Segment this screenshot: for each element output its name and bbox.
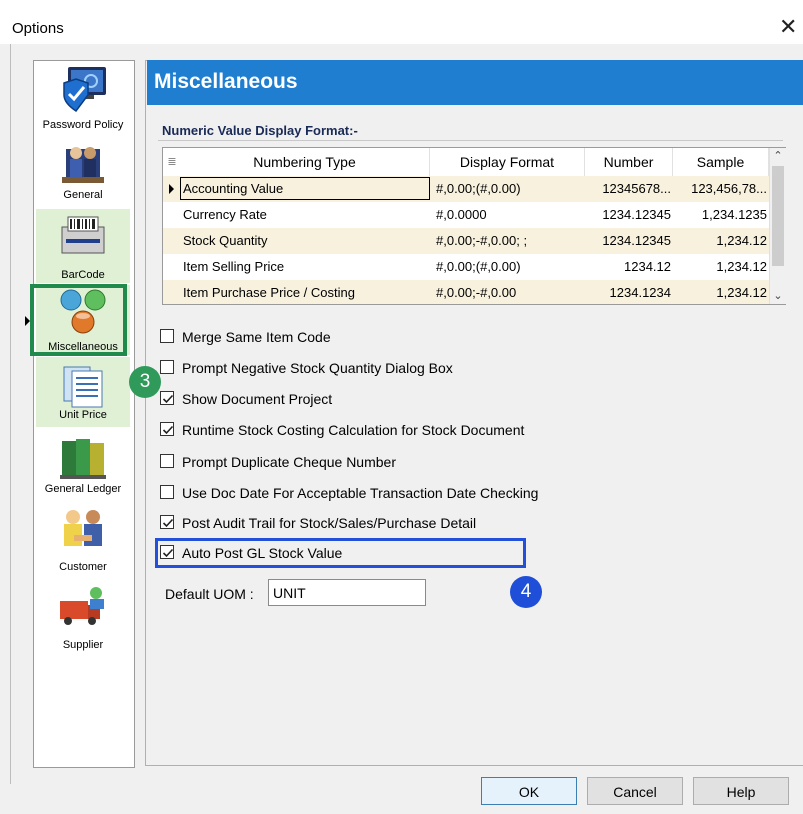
sidebar-item-label: BarCode: [61, 269, 105, 281]
checkbox[interactable]: [160, 329, 174, 343]
table-row[interactable]: Stock Quantity #,0.00;-#,0.00; ; 1234.12…: [163, 228, 769, 254]
window-title: Options: [12, 20, 64, 37]
table-cell: 123,456,78...: [691, 181, 767, 196]
checkbox-label: Use Doc Date For Acceptable Transaction …: [182, 485, 539, 501]
table-cell: #,0.00;(#,0.00): [436, 181, 521, 196]
table-row[interactable]: Currency Rate #,0.0000 1234.12345 1,234.…: [163, 202, 769, 228]
checkbox[interactable]: [160, 485, 174, 499]
table-row[interactable]: Item Selling Price #,0.00;(#,0.00) 1234.…: [163, 254, 769, 280]
monitor-shield-icon: [63, 67, 106, 113]
current-row-marker: [169, 184, 174, 194]
step-badge-4: 4: [510, 576, 542, 608]
supplier-truck-icon: [60, 587, 104, 625]
scroll-up-icon[interactable]: ⌃: [770, 148, 786, 164]
checkbox-label: Prompt Duplicate Cheque Number: [182, 454, 396, 470]
table-cell: 1,234.1235: [701, 207, 767, 222]
table-cell: 1234.12: [624, 259, 671, 274]
sidebar-item-label: Password Policy: [42, 119, 124, 131]
scroll-thumb[interactable]: [772, 166, 784, 266]
table-cell: #,0.00;-#,0.00; ;: [436, 233, 528, 248]
table-cell: 12345678...: [602, 181, 671, 196]
check-mark-icon: [162, 394, 174, 404]
group-divider: [158, 140, 783, 141]
sidebar-item-label: General Ledger: [44, 483, 122, 495]
panel-title: Miscellaneous: [154, 70, 298, 93]
column-header-numbering-type[interactable]: Numbering Type: [180, 148, 430, 176]
table-row[interactable]: Item Purchase Price / Costing #,0.00;-#,…: [163, 280, 769, 304]
checkbox-label: Post Audit Trail for Stock/Sales/Purchas…: [182, 515, 477, 531]
ok-button[interactable]: OK: [481, 777, 577, 805]
table-cell: #,0.00;-#,0.00: [436, 285, 517, 300]
numeric-format-grid[interactable]: ≣ Numbering Type Display Format Number S…: [162, 147, 786, 305]
close-icon[interactable]: ✕: [779, 16, 797, 38]
help-button[interactable]: Help: [693, 777, 789, 805]
scroll-down-icon[interactable]: ⌄: [770, 288, 786, 304]
default-uom-label: Default UOM :: [165, 586, 254, 602]
checkbox-label: Merge Same Item Code: [182, 329, 331, 345]
sidebar-item-label: Supplier: [62, 639, 104, 651]
table-row[interactable]: Accounting Value #,0.00;(#,0.00) 1234567…: [163, 176, 769, 202]
price-sheets-icon: [63, 366, 103, 408]
people-office-icon: [62, 147, 104, 183]
checkbox-label: Show Document Project: [182, 391, 333, 407]
table-cell: 1,234.12: [716, 285, 767, 300]
column-header-number[interactable]: Number: [585, 148, 673, 176]
options-sidebar: Password Policy General BarCode Miscella…: [33, 60, 135, 768]
table-cell: 1234.12345: [602, 207, 671, 222]
cancel-button[interactable]: Cancel: [587, 777, 683, 805]
sidebar-item-general-ledger[interactable]: General Ledger: [36, 429, 130, 501]
sidebar-item-general[interactable]: General: [36, 137, 130, 207]
table-cell: Stock Quantity: [183, 233, 268, 248]
check-mark-icon: [162, 518, 174, 528]
table-cell: Accounting Value: [183, 181, 284, 196]
dialog-border: [10, 44, 11, 784]
sidebar-item-label: General: [63, 189, 103, 201]
checkbox-checked[interactable]: [160, 422, 174, 436]
column-header-display-format[interactable]: Display Format: [430, 148, 585, 176]
checkbox[interactable]: [160, 360, 174, 374]
sidebar-item-label: Unit Price: [59, 409, 107, 421]
table-cell: Currency Rate: [183, 207, 267, 222]
table-cell: 1234.12345: [602, 233, 671, 248]
table-cell: Item Selling Price: [183, 259, 285, 274]
default-uom-input[interactable]: [268, 579, 426, 606]
table-cell: 1,234.12: [716, 259, 767, 274]
table-cell: Item Purchase Price / Costing: [183, 285, 355, 300]
checkbox-checked[interactable]: [160, 391, 174, 405]
table-cell: 1,234.12: [716, 233, 767, 248]
barcode-printer-icon: [61, 216, 105, 254]
table-cell: #,0.00;(#,0.00): [436, 259, 521, 274]
selected-item-marker: [25, 316, 30, 326]
sidebar-item-password-policy[interactable]: Password Policy: [36, 63, 130, 135]
grid-grip-icon: ≣: [167, 156, 177, 168]
column-header-sample[interactable]: Sample: [673, 148, 769, 176]
step-badge-3: 3: [129, 366, 161, 398]
highlight-box: [155, 538, 526, 568]
sidebar-item-barcode[interactable]: BarCode: [36, 209, 130, 283]
sidebar-item-customer[interactable]: Customer: [36, 503, 130, 577]
table-cell: 1234.1234: [609, 285, 671, 300]
checkbox-label: Prompt Negative Stock Quantity Dialog Bo…: [182, 360, 453, 376]
table-cell: #,0.0000: [436, 207, 487, 222]
check-mark-icon: [162, 425, 174, 435]
sidebar-item-unit-price[interactable]: Unit Price: [36, 357, 130, 427]
checkbox-label: Runtime Stock Costing Calculation for St…: [182, 422, 525, 438]
sidebar-item-supplier[interactable]: Supplier: [36, 579, 130, 651]
ledger-books-icon: [60, 439, 106, 479]
checkbox[interactable]: [160, 454, 174, 468]
checkbox-checked[interactable]: [160, 515, 174, 529]
sidebar-item-label: Customer: [59, 561, 107, 573]
selected-item-highlight: [30, 284, 127, 356]
group-title: Numeric Value Display Format:-: [162, 123, 358, 138]
grid-vertical-scrollbar[interactable]: ⌃ ⌄: [769, 148, 786, 304]
customer-handshake-icon: [64, 510, 102, 546]
